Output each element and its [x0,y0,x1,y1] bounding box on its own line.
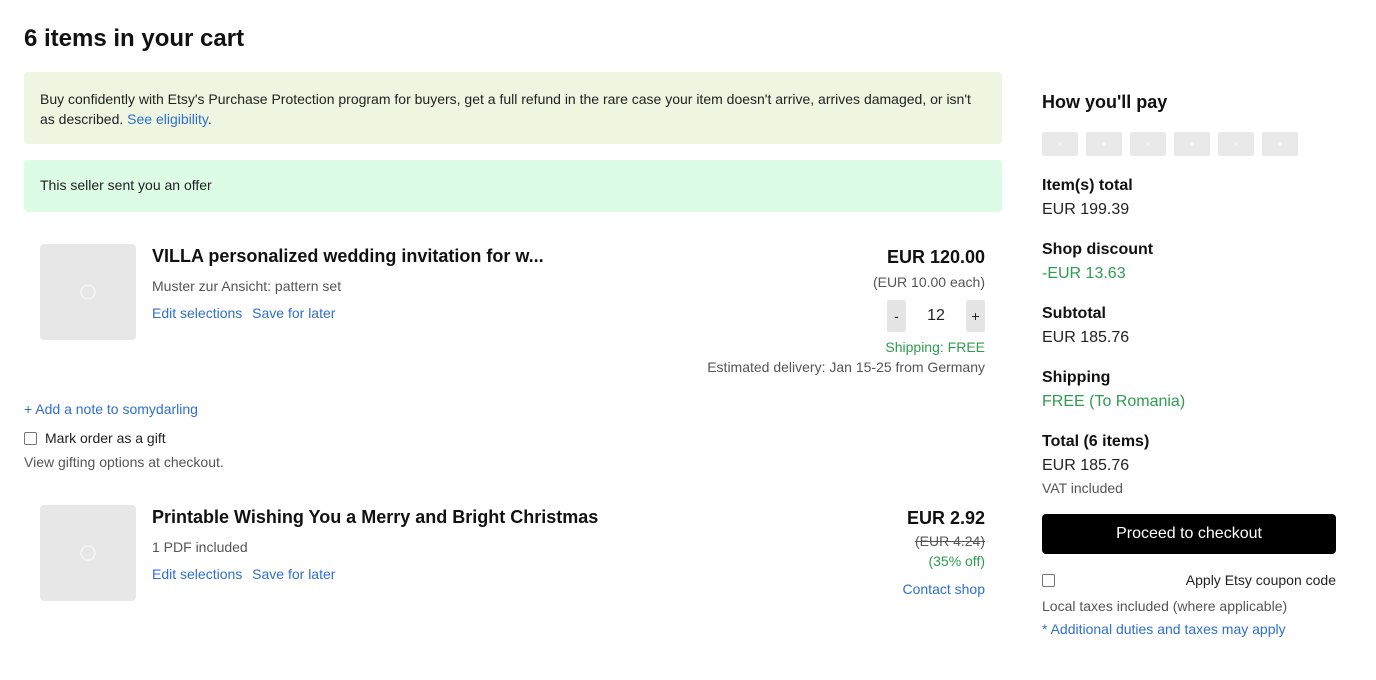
gift-hint: View gifting options at checkout. [24,454,224,470]
gift-label[interactable]: Mark order as a gift [45,430,166,446]
payment-methods [1042,132,1336,156]
item-thumbnail[interactable] [40,505,136,601]
image-placeholder-icon [80,284,96,300]
estimated-delivery: Estimated delivery: Jan 15-25 from Germa… [707,359,985,375]
total-value: EUR 185.76 [1042,457,1130,474]
offer-text: This seller sent you an offer [40,177,212,193]
local-taxes-note: Local taxes included (where applicable) [1042,598,1288,614]
contact-shop-link[interactable]: Contact shop [903,579,986,599]
item-title[interactable]: VILLA personalized wedding invitation fo… [152,246,544,267]
subtotal-label: Subtotal [1042,305,1106,322]
shipping-block: Shipping FREE (To Romania) [1042,366,1336,414]
summary-title: How you'll pay [1042,92,1168,112]
page-title: 6 items in your cart [24,25,245,52]
subtotal-block: Subtotal EUR 185.76 [1042,302,1336,350]
coupon-checkbox[interactable] [1042,573,1055,587]
item-original-price: (EUR 4.24) [914,533,985,549]
gift-option[interactable]: Mark order as a gift [24,430,166,446]
item-thumbnail[interactable] [40,244,136,340]
coupon-label[interactable]: Apply Etsy coupon code [1186,572,1336,588]
payment-method-icon [1218,132,1254,156]
save-for-later-link[interactable]: Save for later [252,305,335,321]
item-title[interactable]: Printable Wishing You a Merry and Bright… [152,507,598,528]
coupon-option[interactable]: Apply Etsy coupon code [1042,572,1336,588]
payment-method-icon [1262,132,1298,156]
edit-selections-link[interactable]: Edit selections [152,566,242,582]
payment-method-icon [1086,132,1122,156]
items-total-block: Item(s) total EUR 199.39 [1042,174,1336,222]
total-block: Total (6 items) EUR 185.76 VAT included [1042,430,1336,498]
item-price-column: EUR 120.00 (EUR 10.00 each) - 12 + Shipp… [707,244,985,377]
item-unit-price: (EUR 10.00 each) [872,274,985,290]
item-price: EUR 2.92 [906,508,985,528]
item-actions: Edit selections Save for later [152,566,341,582]
additional-duties-link[interactable]: * Additional duties and taxes may apply [1042,619,1336,639]
payment-method-icon [1174,132,1210,156]
quantity-stepper: - 12 + [707,300,985,332]
item-discount: (35% off) [928,553,985,569]
add-note-link[interactable]: + Add a note to somydarling [24,401,198,417]
purchase-protection-banner: Buy confidently with Etsy's Purchase Pro… [24,72,1002,144]
quantity-decrease-button[interactable]: - [887,300,906,332]
shop-discount-block: Shop discount -EUR 13.63 [1042,238,1336,286]
see-eligibility-link[interactable]: See eligibility [127,111,208,127]
subtotal-value: EUR 185.76 [1042,329,1130,346]
save-for-later-link[interactable]: Save for later [252,566,335,582]
quantity-increase-button[interactable]: + [966,300,985,332]
proceed-to-checkout-button[interactable]: Proceed to checkout [1042,514,1336,554]
shipping-value: FREE (To Romania) [1042,393,1186,410]
item-price: EUR 120.00 [886,247,985,267]
item-variant: 1 PDF included [152,539,248,555]
image-placeholder-icon [80,545,96,561]
edit-selections-link[interactable]: Edit selections [152,305,242,321]
item-price-column: EUR 2.92 (EUR 4.24) (35% off) Contact sh… [903,505,986,599]
cart-item: VILLA personalized wedding invitation fo… [24,244,1002,384]
items-total-label: Item(s) total [1042,177,1133,194]
seller-offer-banner: This seller sent you an offer [24,160,1002,212]
total-label: Total (6 items) [1042,433,1150,450]
items-total-value: EUR 199.39 [1042,201,1130,218]
shop-discount-label: Shop discount [1042,241,1154,258]
payment-method-icon [1042,132,1078,156]
item-shipping: Shipping: FREE [885,339,985,355]
item-variant: Muster zur Ansicht: pattern set [152,278,342,294]
payment-method-icon [1130,132,1166,156]
shipping-label: Shipping [1042,369,1111,386]
vat-note: VAT included [1042,480,1123,496]
protection-end: . [207,111,212,127]
gift-checkbox[interactable] [24,431,37,445]
order-summary: How you'll pay Item(s) total EUR 199.39 … [1042,90,1336,639]
shop-discount-value: -EUR 13.63 [1042,265,1126,282]
cart-item: Printable Wishing You a Merry and Bright… [24,505,1002,605]
quantity-value[interactable]: 12 [906,307,966,325]
item-actions: Edit selections Save for later [152,305,341,321]
